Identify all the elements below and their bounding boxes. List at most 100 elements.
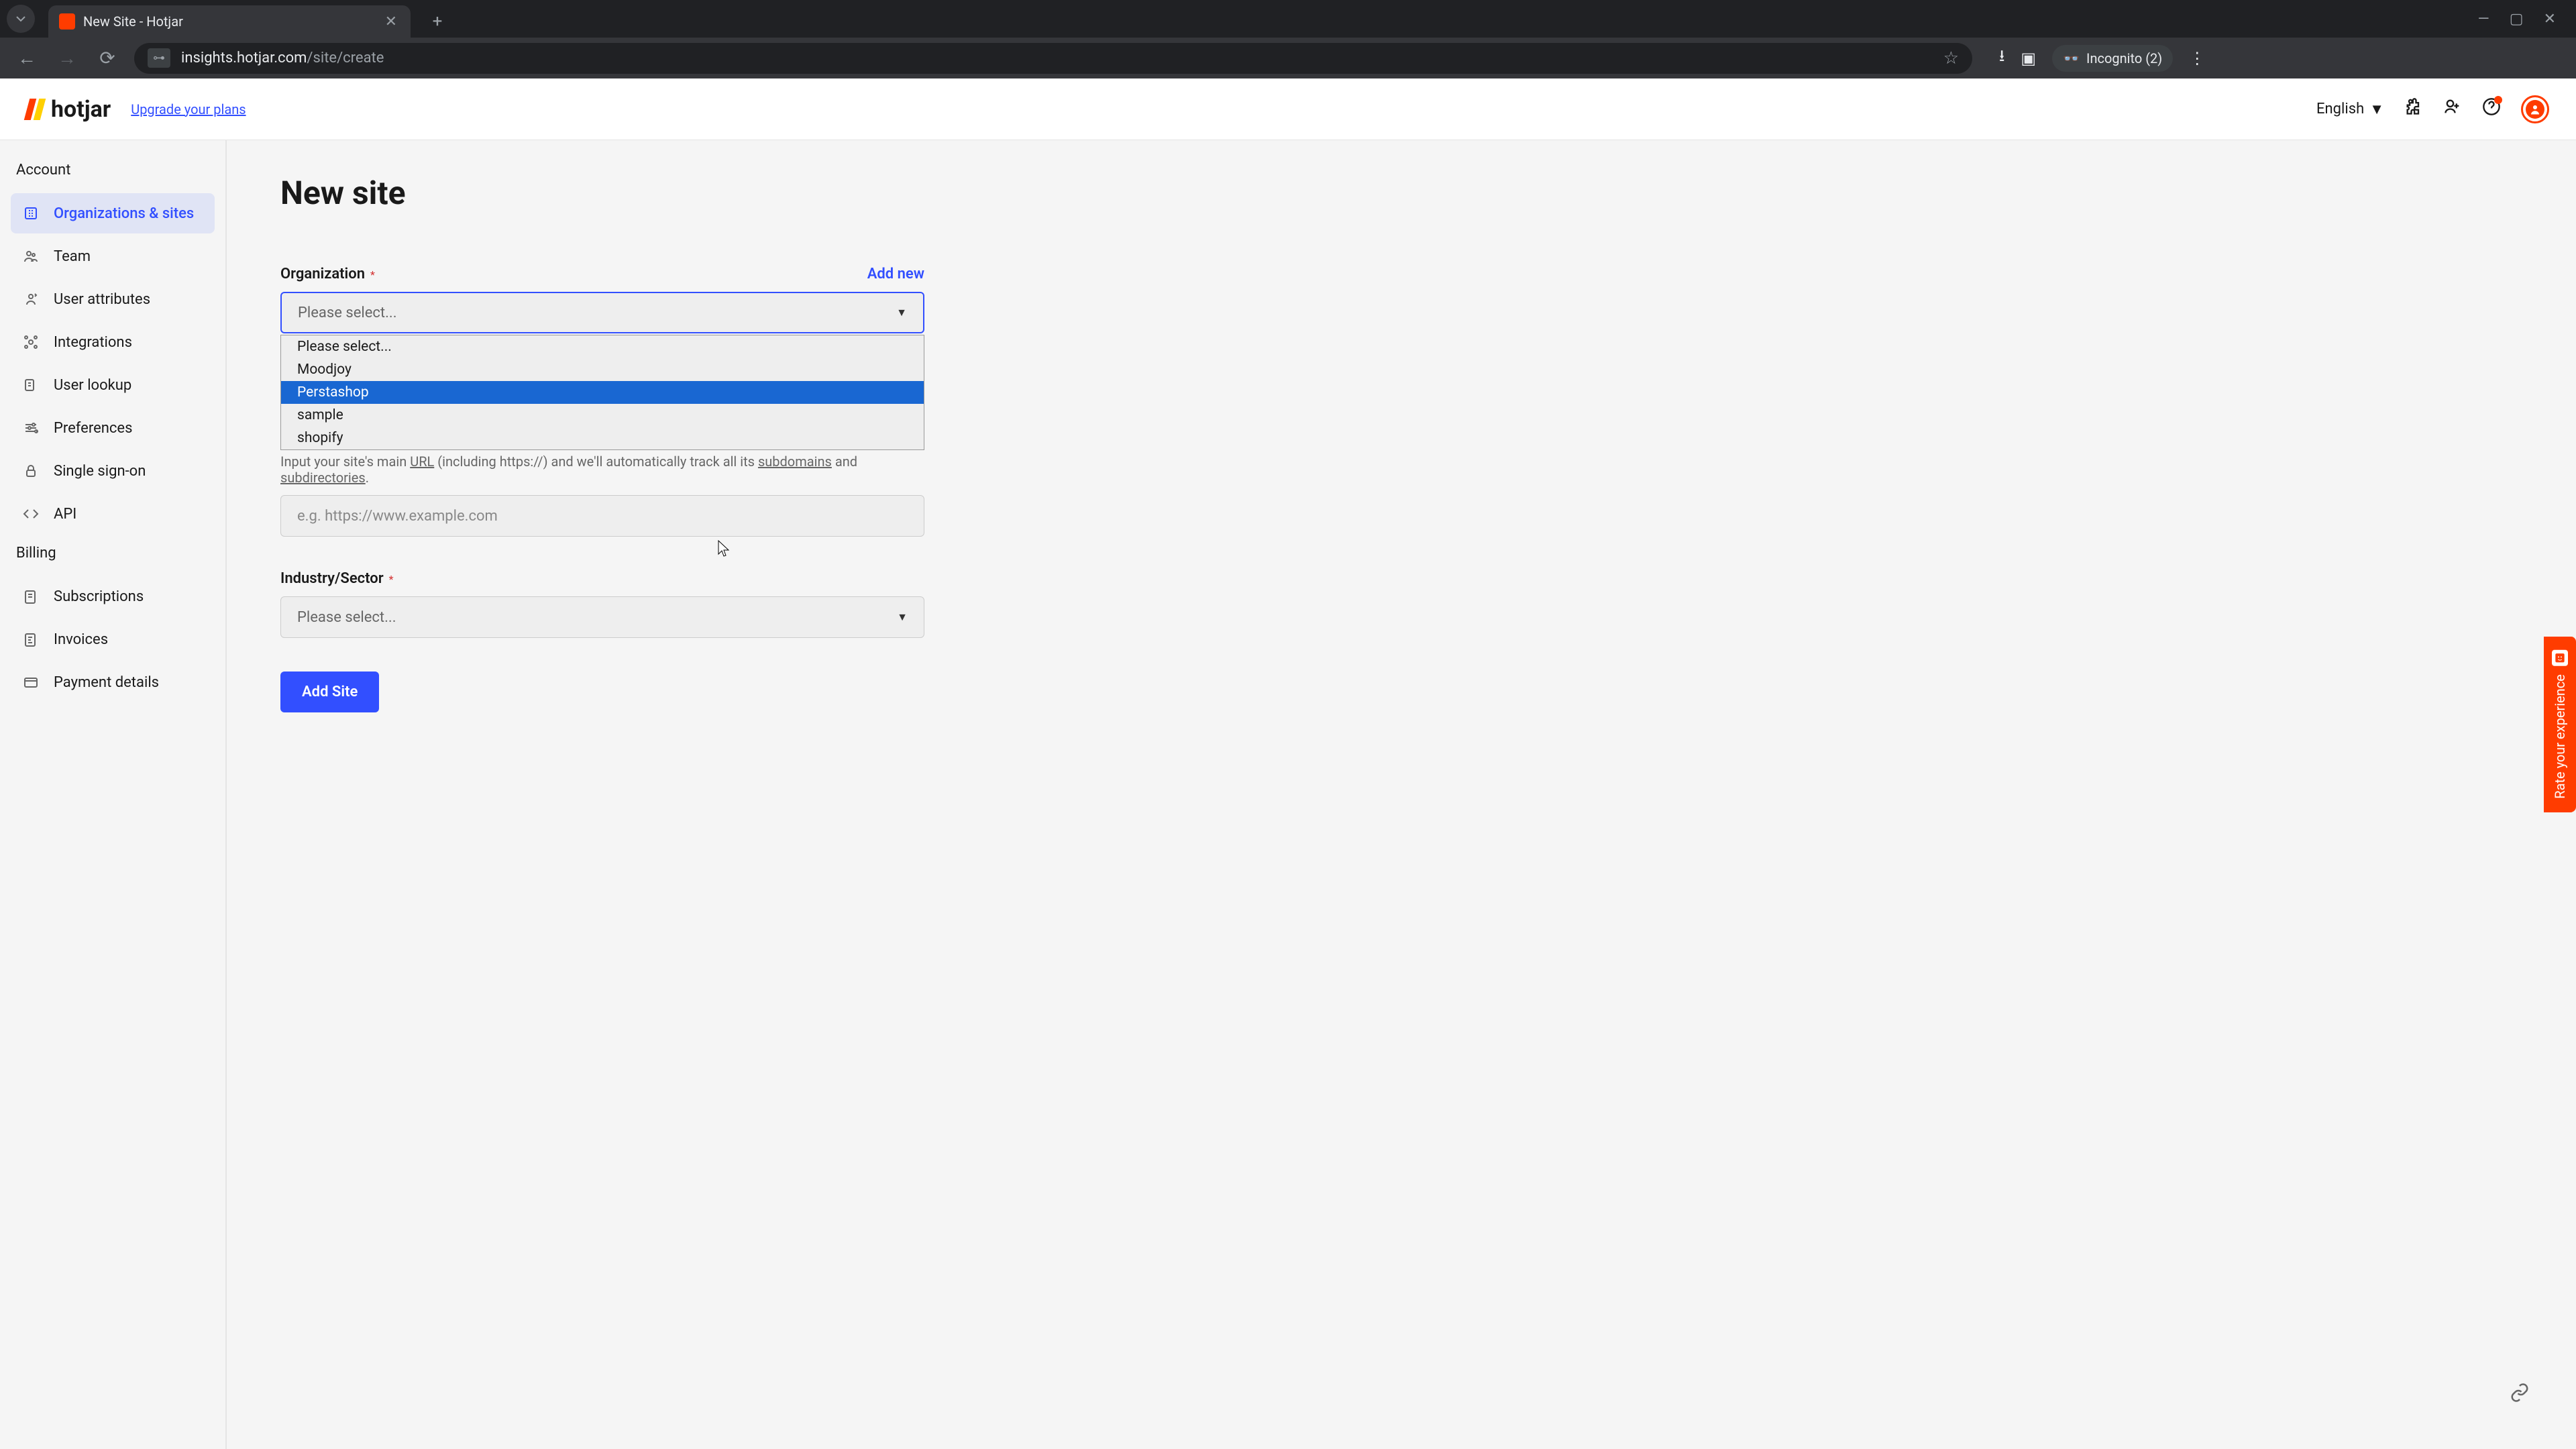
dropdown-option-shopify[interactable]: shopify <box>281 427 924 449</box>
site-url-hint: Input your site's main URL (including ht… <box>280 453 924 486</box>
browser-tab[interactable]: New Site - Hotjar ✕ <box>48 5 411 38</box>
site-url-input[interactable] <box>280 495 924 537</box>
sidebar-item-preferences[interactable]: Preferences <box>11 408 215 448</box>
upgrade-link[interactable]: Upgrade your plans <box>131 101 246 117</box>
invoices-icon <box>21 630 40 649</box>
sidebar-item-label: Preferences <box>54 420 132 437</box>
sidebar-section-billing: Billing <box>11 537 215 570</box>
toolbar-icons: ⭳ ▣ 👓 Incognito (2) ⋮ <box>1999 44 2205 72</box>
minimize-icon[interactable]: — <box>2478 11 2489 28</box>
avatar[interactable] <box>2521 95 2549 123</box>
language-label: English <box>2316 101 2364 117</box>
logo[interactable]: hotjar <box>27 96 111 123</box>
window-controls: — ▢ ✕ <box>2478 11 2576 28</box>
sidebar-item-label: Invoices <box>54 631 108 648</box>
sidebar-item-label: Subscriptions <box>54 588 144 605</box>
sidebar-item-label: Organizations & sites <box>54 205 194 222</box>
forward-button[interactable]: → <box>54 47 80 69</box>
required-indicator: * <box>370 268 375 281</box>
sidebar-item-user-lookup[interactable]: User lookup <box>11 365 215 405</box>
organization-select-wrapper: Please select... ▼ Please select... Mood… <box>280 292 924 333</box>
industry-select[interactable]: Please select... ▼ <box>280 596 924 638</box>
sidebar-item-sso[interactable]: Single sign-on <box>11 451 215 491</box>
dropdown-option-placeholder[interactable]: Please select... <box>281 335 924 358</box>
mouse-cursor-icon <box>718 540 731 561</box>
sidebar-item-api[interactable]: API <box>11 494 215 534</box>
sidebar-item-organizations[interactable]: Organizations & sites <box>11 193 215 233</box>
back-button[interactable]: ← <box>13 47 40 69</box>
dropdown-option-moodjoy[interactable]: Moodjoy <box>281 358 924 381</box>
preferences-icon <box>21 419 40 437</box>
sidebar-item-label: User lookup <box>54 377 131 394</box>
close-tab-icon[interactable]: ✕ <box>385 13 397 30</box>
chevron-down-icon: ▼ <box>897 610 908 624</box>
extensions-icon[interactable] <box>2404 97 2423 121</box>
incognito-label: Incognito (2) <box>2086 50 2162 66</box>
incognito-icon: 👓 <box>2063 50 2080 66</box>
dropdown-option-sample[interactable]: sample <box>281 404 924 427</box>
feedback-tab[interactable]: Rate your experience <box>2544 637 2576 812</box>
subdirectories-help-link[interactable]: subdirectories <box>280 470 366 486</box>
downloads-icon[interactable]: ⭳ <box>1999 44 2004 72</box>
required-indicator: * <box>389 573 394 586</box>
reader-icon[interactable]: ▣ <box>2021 49 2036 68</box>
sidebar-item-label: Team <box>54 248 91 265</box>
team-icon <box>21 247 40 266</box>
subscriptions-icon <box>21 587 40 606</box>
sidebar-item-label: User attributes <box>54 291 150 308</box>
sidebar-item-label: Single sign-on <box>54 463 146 480</box>
add-site-button[interactable]: Add Site <box>280 672 379 712</box>
subdomains-help-link[interactable]: subdomains <box>758 453 832 470</box>
sidebar-item-invoices[interactable]: Invoices <box>11 619 215 659</box>
tab-bar: New Site - Hotjar ✕ + — ▢ ✕ <box>0 0 2576 38</box>
notification-dot <box>2494 96 2502 104</box>
code-icon <box>21 504 40 523</box>
dropdown-option-perstashop[interactable]: Perstashop <box>281 381 924 404</box>
organization-dropdown: Please select... Moodjoy Perstashop samp… <box>280 335 924 450</box>
integrations-icon <box>21 333 40 352</box>
add-new-organization-link[interactable]: Add new <box>867 266 924 282</box>
sidebar-item-user-attributes[interactable]: User attributes <box>11 279 215 319</box>
sidebar-item-label: API <box>54 506 76 523</box>
tab-favicon-icon <box>59 13 75 30</box>
logo-text: hotjar <box>51 96 111 123</box>
url-help-link[interactable]: URL <box>410 453 434 470</box>
help-icon[interactable] <box>2482 97 2501 121</box>
page-title: New site <box>280 174 2522 212</box>
lock-icon <box>21 462 40 480</box>
sidebar-item-subscriptions[interactable]: Subscriptions <box>11 576 215 616</box>
form-group-organization: Organization * Add new Please select... … <box>280 266 924 333</box>
new-tab-button[interactable]: + <box>424 8 451 35</box>
site-info-icon[interactable]: ⊶ <box>148 48 170 68</box>
select-value: Please select... <box>297 609 396 626</box>
user-attributes-icon <box>21 290 40 309</box>
sidebar-item-integrations[interactable]: Integrations <box>11 322 215 362</box>
industry-label: Industry/Sector <box>280 570 384 587</box>
sidebar: Account Organizations & sites Team <box>0 140 227 1449</box>
add-user-icon[interactable] <box>2443 97 2462 121</box>
logo-mark-icon <box>27 99 48 120</box>
close-icon[interactable]: ✕ <box>2544 11 2556 28</box>
link-icon[interactable] <box>2504 1377 2536 1409</box>
sidebar-item-payment-details[interactable]: Payment details <box>11 662 215 702</box>
feedback-label: Rate your experience <box>2552 674 2568 799</box>
organization-select[interactable]: Please select... ▼ <box>280 292 924 333</box>
incognito-badge[interactable]: 👓 Incognito (2) <box>2052 45 2173 72</box>
bookmark-icon[interactable]: ☆ <box>1943 48 1959 68</box>
maximize-icon[interactable]: ▢ <box>2510 11 2524 28</box>
chevron-down-icon: ▼ <box>2369 101 2384 118</box>
form-group-industry: Industry/Sector * Please select... ▼ <box>280 570 924 638</box>
reload-button[interactable]: ⟳ <box>94 47 121 69</box>
app-content: hotjar Upgrade your plans English ▼ <box>0 78 2576 1449</box>
avatar-icon <box>2526 100 2544 119</box>
tab-search-button[interactable] <box>7 5 35 33</box>
browser-menu-icon[interactable]: ⋮ <box>2189 49 2205 68</box>
label-row: Industry/Sector * <box>280 570 924 587</box>
language-selector[interactable]: English ▼ <box>2316 101 2384 118</box>
sidebar-section-account: Account <box>11 154 215 186</box>
main-content: New site Organization * Add new Please s… <box>227 140 2576 1449</box>
chevron-down-icon <box>15 13 26 24</box>
url-bar[interactable]: ⊶ insights.hotjar.com/site/create ☆ <box>134 43 1972 74</box>
sidebar-item-team[interactable]: Team <box>11 236 215 276</box>
browser-chrome: New Site - Hotjar ✕ + — ▢ ✕ ← → ⟳ ⊶ insi… <box>0 0 2576 78</box>
